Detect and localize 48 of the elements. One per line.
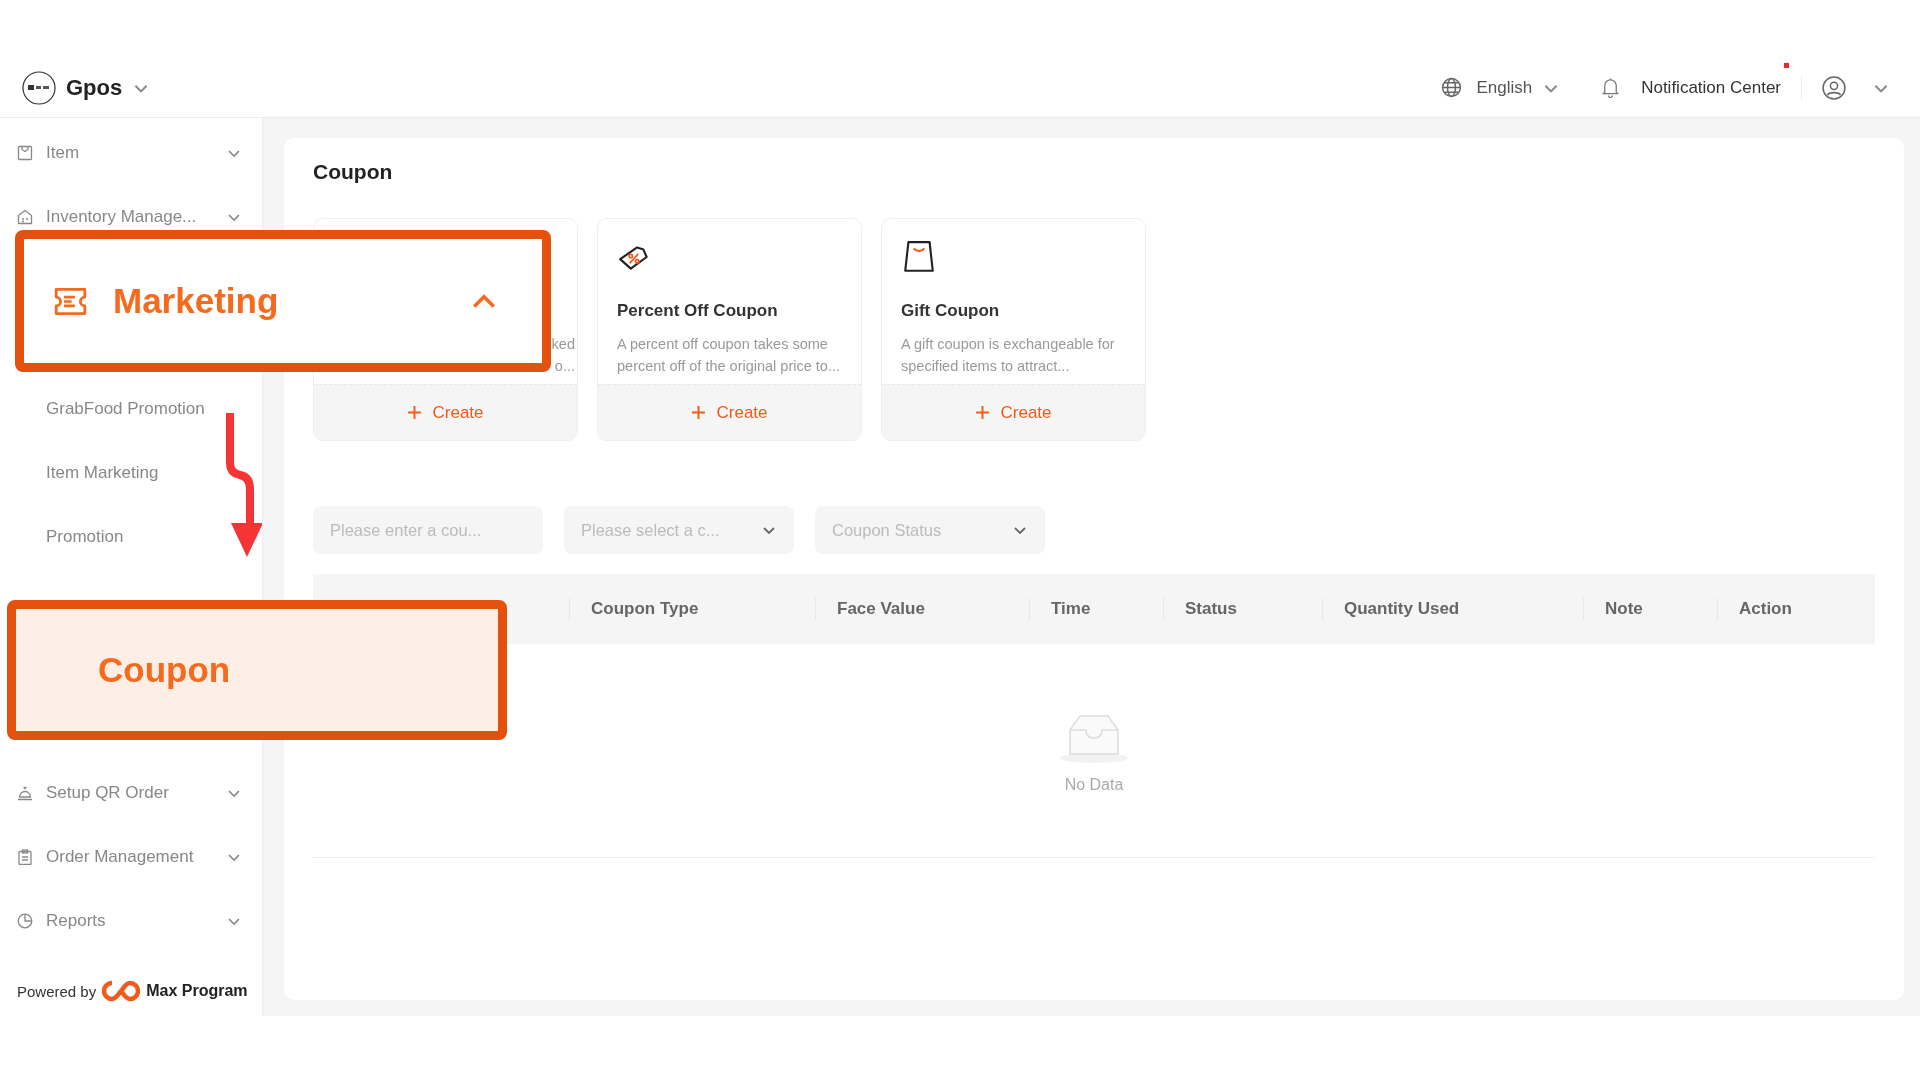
create-button[interactable]: Create: [882, 384, 1145, 440]
sidebar-subitem[interactable]: Item Marketing: [46, 459, 159, 487]
empty-state-text: No Data: [1064, 775, 1124, 794]
card-title: Percent Off Coupon: [617, 301, 779, 321]
sidebar-item[interactable]: Item: [0, 139, 262, 167]
language-selector[interactable]: English: [1476, 77, 1533, 98]
notification-center-link[interactable]: Notification Center: [1641, 77, 1781, 97]
ticket-icon: [54, 286, 87, 316]
page-title: Coupon: [313, 160, 394, 184]
logo-icon: [22, 70, 56, 105]
sidebar-item[interactable]: Reports: [0, 907, 262, 935]
column-header: Time: [1051, 599, 1091, 619]
marketing-callout[interactable]: Marketing: [15, 230, 551, 372]
plus-icon: [691, 405, 707, 420]
column-header: Action: [1739, 599, 1792, 619]
chevron-up-icon[interactable]: [471, 292, 497, 310]
column-header: Face Value: [837, 599, 925, 619]
column-header: Coupon Type: [591, 599, 699, 619]
globe-icon: [1441, 77, 1463, 98]
service-bell-icon: [17, 785, 33, 801]
sidebar-item[interactable]: Setup QR Order: [0, 779, 262, 807]
sidebar-item[interactable]: Order Management: [0, 843, 262, 871]
box-icon: [17, 145, 33, 161]
powered-by-label: Powered by: [17, 982, 97, 1000]
card-title: Gift Coupon: [901, 301, 1001, 321]
column-header: Quantity Used: [1344, 599, 1460, 619]
create-button[interactable]: Create: [314, 384, 577, 440]
clipboard-icon: [17, 849, 33, 865]
coupon-search-field[interactable]: Please enter a cou...: [313, 506, 543, 554]
card-description: A gift coupon is exchangeable for specified items to attract...: [901, 335, 1116, 376]
column-header: Status: [1185, 599, 1237, 619]
house-icon: [17, 209, 33, 225]
card-description: ked o...: [550, 335, 575, 376]
plus-icon: [407, 405, 423, 420]
sidebar-subitem[interactable]: Promotion: [46, 523, 124, 551]
user-avatar-icon[interactable]: [1822, 75, 1846, 100]
plus-icon: [975, 405, 991, 420]
clock-icon: [17, 913, 33, 929]
brand-name[interactable]: Gpos: [66, 74, 123, 101]
column-header: Note: [1605, 599, 1643, 619]
card-description: A percent off coupon takes some percent off of the original price to...: [617, 335, 841, 376]
sidebar-subitem[interactable]: GrabFood Promotion: [46, 395, 205, 423]
shopping-bag-icon: [901, 239, 937, 275]
create-button[interactable]: Create: [598, 384, 861, 440]
sidebar-item[interactable]: Inventory Manage...: [0, 203, 262, 231]
infinity-logo-icon: [102, 980, 141, 1002]
max-program-brand: Max Program: [146, 982, 248, 1000]
coupon-callout[interactable]: Coupon: [7, 600, 507, 740]
